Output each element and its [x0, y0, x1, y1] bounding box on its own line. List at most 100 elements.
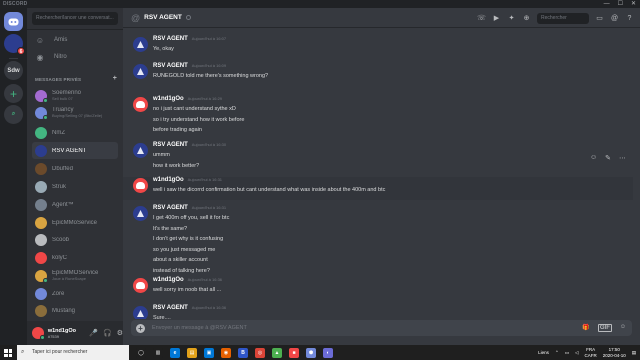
user-panel: w1nd1gOo #7539 🎤 🎧 ⚙ [27, 321, 123, 345]
friends-icon: ☺ [35, 35, 45, 45]
network-icon[interactable]: ▭ [565, 350, 569, 356]
chat-message[interactable]: w1nd1gOo Aujourd'hui à 16:36 well sorry im… [123, 277, 633, 300]
message-text: so you just messaged me [153, 246, 216, 253]
notifications-icon[interactable]: ▤ [632, 350, 636, 356]
upload-plus-icon[interactable]: + [136, 323, 145, 333]
explore-icon[interactable]: ⌕ [4, 105, 23, 124]
message-author[interactable]: RSV AGENT Aujourd'hui à 16:36 [153, 305, 226, 311]
dm-item[interactable]: Soemerino Sell bulk 07 [32, 87, 118, 104]
close-button[interactable]: ✕ [631, 0, 636, 8]
minimize-button[interactable]: — [604, 0, 610, 8]
video-call-icon[interactable]: ▶ [492, 14, 501, 22]
avatar[interactable] [133, 97, 148, 112]
taskbar-search-input[interactable]: ⌕ Taper ici pour rechercher [17, 345, 129, 360]
links-toolbar[interactable]: Liens [538, 350, 549, 355]
message-author[interactable]: RSV AGENT Aujourd'hui à 16:07 [153, 36, 226, 42]
chat-message[interactable]: RSV AGENT Aujourd'hui à 16:09 RUNEGOLD tol… [123, 63, 633, 86]
message-timestamp: Aujourd'hui à 16:31 [191, 205, 227, 210]
taskbar-app-icon[interactable]: ▣ [204, 347, 214, 358]
maximize-button[interactable]: ☐ [618, 0, 623, 8]
avatar[interactable] [133, 306, 148, 319]
nav-nitro[interactable]: ◉ Nitro [32, 50, 118, 64]
nav-friends[interactable]: ☺ Amis [32, 33, 118, 47]
avatar [35, 162, 47, 175]
chat-message[interactable]: w1nd1gOo Aujourd'hui à 16:31 well i saw th… [123, 177, 633, 200]
avatar[interactable] [133, 64, 148, 79]
dm-item[interactable]: NmZ [32, 124, 118, 141]
taskbar-app-icon[interactable]: ▲ [272, 347, 282, 358]
avatar[interactable] [32, 327, 45, 340]
server-sdw[interactable]: Sdw [4, 61, 23, 80]
taskbar-app-icon[interactable]: e [170, 347, 180, 358]
tray-expand-icon[interactable]: ⌃ [555, 350, 559, 356]
avatar[interactable] [133, 178, 148, 193]
message-input[interactable]: Envoyer un message à @RSV AGENT [152, 325, 582, 331]
chat-message[interactable]: RSV AGENT Aujourd'hui à 16:30 ummm how it w… [123, 142, 633, 175]
inbox-icon[interactable]: ▭ [595, 14, 604, 22]
microphone-icon[interactable]: 🎤 [89, 329, 98, 337]
create-dm-icon[interactable]: + [113, 75, 117, 83]
dm-text: kolyC [52, 255, 67, 261]
avatar[interactable] [133, 278, 148, 293]
online-status-icon [39, 335, 45, 340]
avatar[interactable] [133, 206, 148, 221]
message-composer[interactable]: + Envoyer un message à @RSV AGENT 🎁 GIF … [131, 320, 632, 336]
taskbar-app-icon[interactable]: ◐ [323, 347, 333, 358]
windows-start-icon[interactable] [4, 349, 12, 357]
more-options-icon[interactable]: ⋯ [619, 154, 626, 162]
volume-icon[interactable]: ◁ [575, 350, 578, 356]
chat-message[interactable]: RSV AGENT Aujourd'hui à 16:36 Sure.... [123, 305, 633, 319]
dm-item[interactable]: kolyC [32, 249, 118, 266]
chat-message[interactable]: RSV AGENT Aujourd'hui à 16:07 Ye, okay [123, 36, 633, 59]
avatar[interactable] [133, 143, 148, 158]
dm-item[interactable]: Struk [32, 178, 118, 195]
taskbar-app-icon[interactable]: ■ [289, 347, 299, 358]
avatar [35, 198, 47, 211]
message-author[interactable]: RSV AGENT Aujourd'hui à 16:30 [153, 142, 226, 148]
dm-item[interactable]: Scoob [32, 231, 118, 248]
taskbar-app-icon[interactable]: ▥ [153, 347, 163, 358]
chat-message[interactable]: RSV AGENT Aujourd'hui à 16:31 I get 400m o… [123, 205, 633, 280]
taskbar-app-icon[interactable]: B [238, 347, 248, 358]
gif-icon[interactable]: GIF [597, 324, 612, 332]
message-author[interactable]: w1nd1gOo Aujourd'hui à 16:31 [153, 177, 222, 183]
chat-message[interactable]: w1nd1gOo Aujourd'hui à 16:29 no i just can… [123, 96, 633, 140]
headphones-icon[interactable]: 🎧 [103, 329, 112, 337]
avatar [35, 180, 47, 193]
taskbar-app-icon[interactable]: ◉ [221, 347, 231, 358]
dm-item[interactable]: Truancy Buying/Selling 07 (Btc/Zelle) [32, 104, 118, 121]
avatar[interactable] [133, 37, 148, 52]
taskbar-app-icon[interactable]: ▤ [187, 347, 197, 358]
dm-item[interactable]: Mustang [32, 302, 118, 319]
dm-item[interactable]: Agent™ [32, 196, 118, 213]
message-author[interactable]: w1nd1gOo Aujourd'hui à 16:29 [153, 96, 222, 102]
emoji-icon[interactable]: ☺ [620, 324, 626, 332]
mentions-icon[interactable]: @ [610, 15, 619, 22]
gift-icon[interactable]: 🎁 [582, 324, 589, 332]
dm-item[interactable]: Dbuffed [32, 160, 118, 177]
message-author[interactable]: w1nd1gOo Aujourd'hui à 16:36 [153, 277, 222, 283]
pin-icon[interactable]: ✦ [507, 14, 516, 22]
taskbar-app-icon[interactable]: ◯ [136, 347, 146, 358]
edit-icon[interactable]: ✎ [605, 154, 611, 162]
chat-search-input[interactable]: Rechercher [537, 12, 589, 24]
add-reaction-icon[interactable]: ☺ [590, 154, 597, 162]
dm-item[interactable]: EpicMMoService [32, 214, 118, 231]
message-author[interactable]: RSV AGENT Aujourd'hui à 16:31 [153, 205, 226, 211]
taskbar-app-icon[interactable]: ◎ [255, 347, 265, 358]
dm-item[interactable]: Zore [32, 285, 118, 302]
taskbar-app-icon[interactable]: ⬢ [306, 347, 316, 358]
dm-search-input[interactable]: Rechercher/lancer une conversat... [32, 12, 118, 25]
help-icon[interactable]: ? [625, 15, 634, 22]
language-indicator[interactable]: FRA CAFR [584, 347, 596, 359]
discord-home-icon[interactable] [4, 12, 23, 31]
add-friend-icon[interactable]: ⊕ [522, 14, 531, 22]
message-author[interactable]: RSV AGENT Aujourd'hui à 16:09 [153, 63, 226, 69]
dm-item[interactable]: EpicMMOService Joue à RuneScape [32, 267, 118, 284]
clock[interactable]: 17:50 2020-04-10 [603, 347, 626, 359]
dm-item[interactable]: RSV AGENT [32, 142, 118, 159]
add-server-icon[interactable]: + [4, 84, 23, 103]
author-name: RSV AGENT [153, 63, 188, 69]
call-icon[interactable]: ☏ [477, 14, 486, 22]
server-avatar-icon[interactable]: 6 [4, 34, 25, 55]
